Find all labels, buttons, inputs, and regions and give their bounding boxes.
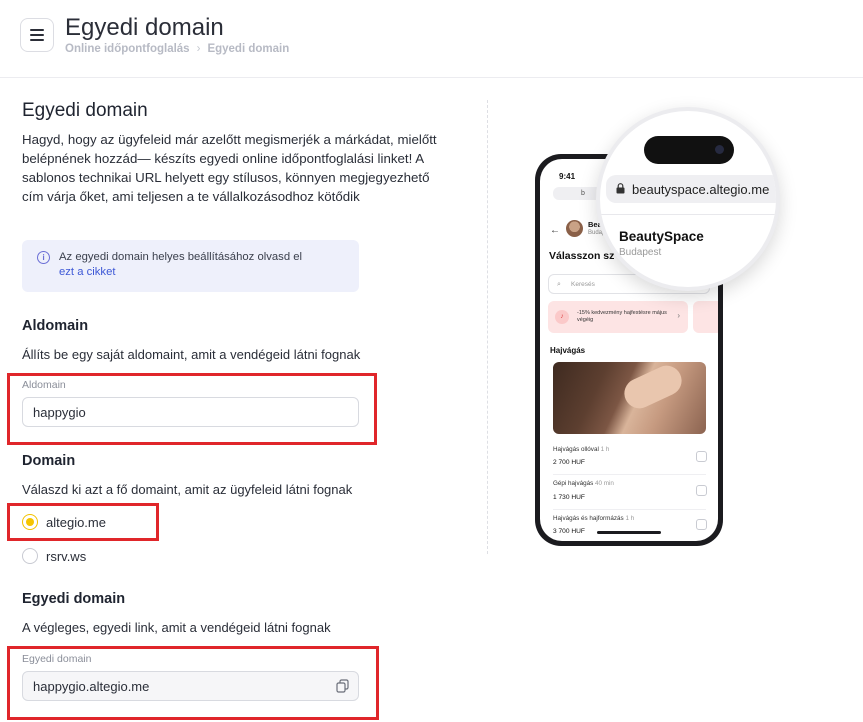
- divider: [553, 509, 706, 510]
- breadcrumb-item-online-booking[interactable]: Online időpontfoglalás: [65, 43, 190, 55]
- mini-service-price: 3 700 HUF: [553, 528, 585, 535]
- haircut-photo: [553, 362, 706, 434]
- chevron-right-icon: ›: [677, 311, 680, 320]
- back-arrow-icon: ←: [550, 225, 560, 236]
- bell-icon: ♪: [555, 310, 569, 324]
- mini-promo-text: -15% kedvezmény hajfestésre május végéig: [577, 310, 667, 323]
- mini-service-checkbox: [696, 519, 707, 530]
- highlight-box-custom-domain: [7, 646, 379, 720]
- info-icon: i: [37, 251, 50, 264]
- mini-service-name: Hajvágás és hajformázás 1 h: [553, 515, 635, 522]
- lock-icon: [616, 183, 625, 194]
- magnified-business-name: BeautySpace: [619, 229, 704, 244]
- status-time: 9:41: [559, 172, 576, 181]
- avatar: [566, 220, 583, 237]
- subdomain-description: Állíts be egy saját aldomaint, amit a ve…: [22, 347, 361, 362]
- domain-heading: Domain: [22, 453, 76, 469]
- column-divider: [487, 100, 488, 554]
- menu-button[interactable]: [20, 18, 54, 52]
- hamburger-menu-icon: [30, 29, 44, 41]
- custom-domain-description: A végleges, egyedi link, amit a vendégei…: [22, 620, 331, 635]
- magnifier-zoom: beautyspace.altegio.me BeautySpace Budap…: [596, 107, 780, 291]
- magnified-url-text: beautyspace.altegio.me: [632, 182, 770, 197]
- mini-promo-card: ♪ -15% kedvezmény hajfestésre május végé…: [548, 301, 688, 333]
- breadcrumb-item-custom-domain: Egyedi domain: [207, 43, 290, 55]
- intro-text: Hagyd, hogy az ügyfeleid már azelőtt meg…: [22, 132, 437, 204]
- domain-option-label: rsrv.ws: [46, 548, 87, 564]
- mini-heading: Válasszon sz: [549, 250, 615, 262]
- page-title: Egyedi domain: [65, 14, 224, 41]
- chevron-right-icon: ›: [196, 43, 201, 55]
- mini-service-checkbox: [696, 451, 707, 462]
- mini-service-price: 1 730 HUF: [553, 494, 585, 501]
- divider: [600, 214, 776, 215]
- radio-unselected-icon[interactable]: [22, 548, 38, 564]
- divider: [553, 474, 706, 475]
- mini-service-name: Gépi hajvágás 40 min: [553, 480, 614, 487]
- highlight-box-domain: [7, 503, 159, 541]
- mini-section-title: Hajvágás: [550, 346, 586, 355]
- subdomain-heading: Aldomain: [22, 318, 89, 334]
- info-banner: i Az egyedi domain helyes beállításához …: [22, 240, 359, 292]
- page-header: Egyedi domain Online időpontfoglalás › E…: [0, 0, 863, 78]
- mini-service-name: Hajvágás ollóval 1 h: [553, 446, 610, 453]
- home-indicator: [597, 531, 661, 534]
- mini-promo-card-2: [693, 301, 718, 333]
- dynamic-island: [644, 136, 734, 164]
- search-icon: ⌕: [557, 281, 561, 288]
- info-text: Az egyedi domain helyes beállításához ol…: [59, 251, 303, 263]
- mini-search-placeholder: Keresés: [571, 281, 595, 288]
- mini-service-checkbox: [696, 485, 707, 496]
- custom-domain-heading: Egyedi domain: [22, 591, 126, 607]
- article-link[interactable]: ezt a cikket: [59, 265, 347, 280]
- breadcrumb: Online időpontfoglalás › Egyedi domain: [65, 43, 289, 55]
- magnified-url-bar: beautyspace.altegio.me: [606, 175, 776, 203]
- domain-option-rsrv[interactable]: rsrv.ws: [22, 548, 86, 564]
- highlight-box-subdomain: [7, 373, 377, 445]
- mini-service-price: 2 700 HUF: [553, 459, 585, 466]
- section-title: Egyedi domain: [22, 100, 148, 121]
- domain-description: Válaszd ki azt a fő domaint, amit az ügy…: [22, 482, 353, 497]
- magnified-business-city: Budapest: [619, 247, 662, 258]
